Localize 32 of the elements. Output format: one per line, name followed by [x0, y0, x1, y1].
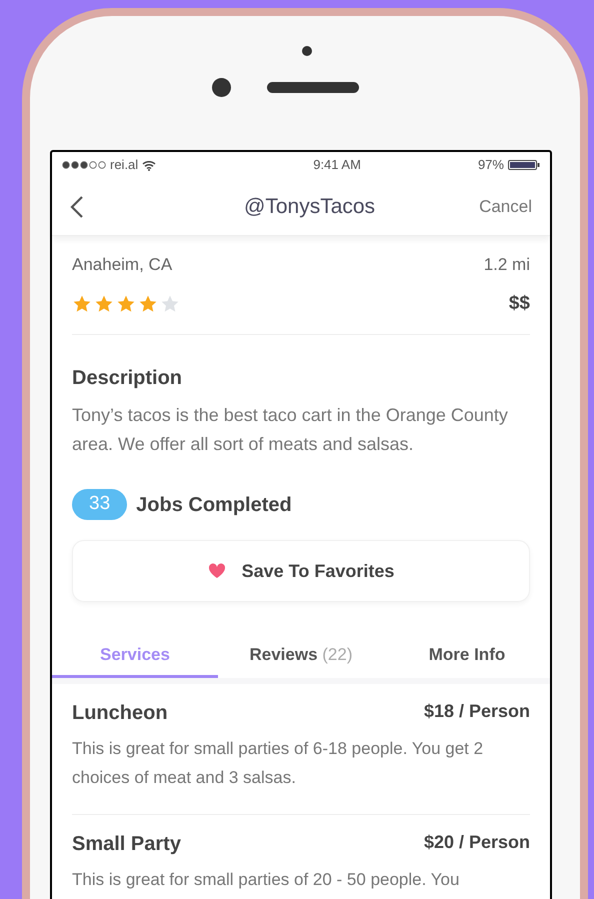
carrier-name: rei.al [110, 156, 138, 174]
price-level: $$ [508, 292, 530, 316]
camera-lens [212, 78, 230, 97]
distance-text: 1.2 mi [484, 254, 530, 276]
cancel-button[interactable]: Cancel [479, 194, 532, 220]
wifi-icon [142, 160, 156, 170]
star-icon [72, 294, 92, 314]
signal-icon [62, 161, 106, 169]
star-icon [138, 294, 158, 314]
heart-icon [208, 563, 226, 579]
service-price: $20 / Person [424, 831, 530, 854]
star-icon [94, 294, 114, 314]
service-price: $18 / Person [424, 700, 530, 723]
tab[interactable]: Reviews (22) [218, 634, 384, 678]
star-icon [116, 294, 136, 314]
back-icon [70, 194, 84, 218]
service-description: This is great for small parties of 20 - 50 people. You [72, 869, 460, 891]
tab[interactable]: More Info [384, 634, 550, 678]
jobs-count-badge: 33 [72, 489, 128, 520]
service-name: Small Party [72, 832, 181, 857]
location-text: Anaheim, CA [72, 254, 172, 276]
battery-icon [508, 160, 540, 170]
description-heading: Description [72, 366, 184, 391]
status-time: 9:41 AM [313, 156, 361, 174]
nav-title: @TonysTacos [244, 194, 376, 220]
service-description: This is great for small parties of 6-18 people. You get 2 choices of meat and 3 salsas. [72, 738, 484, 789]
save-favorites-button[interactable]: Save To Favorites [72, 540, 530, 602]
description-text: Tony’s tacos is the best taco cart in the Orange County area. We offer all sort of meats and salsas. [72, 404, 509, 456]
battery-percent: 97% [478, 156, 504, 174]
service-name: Luncheon [72, 701, 168, 726]
jobs-label: Jobs Completed [136, 492, 292, 518]
star-icon [160, 294, 180, 314]
